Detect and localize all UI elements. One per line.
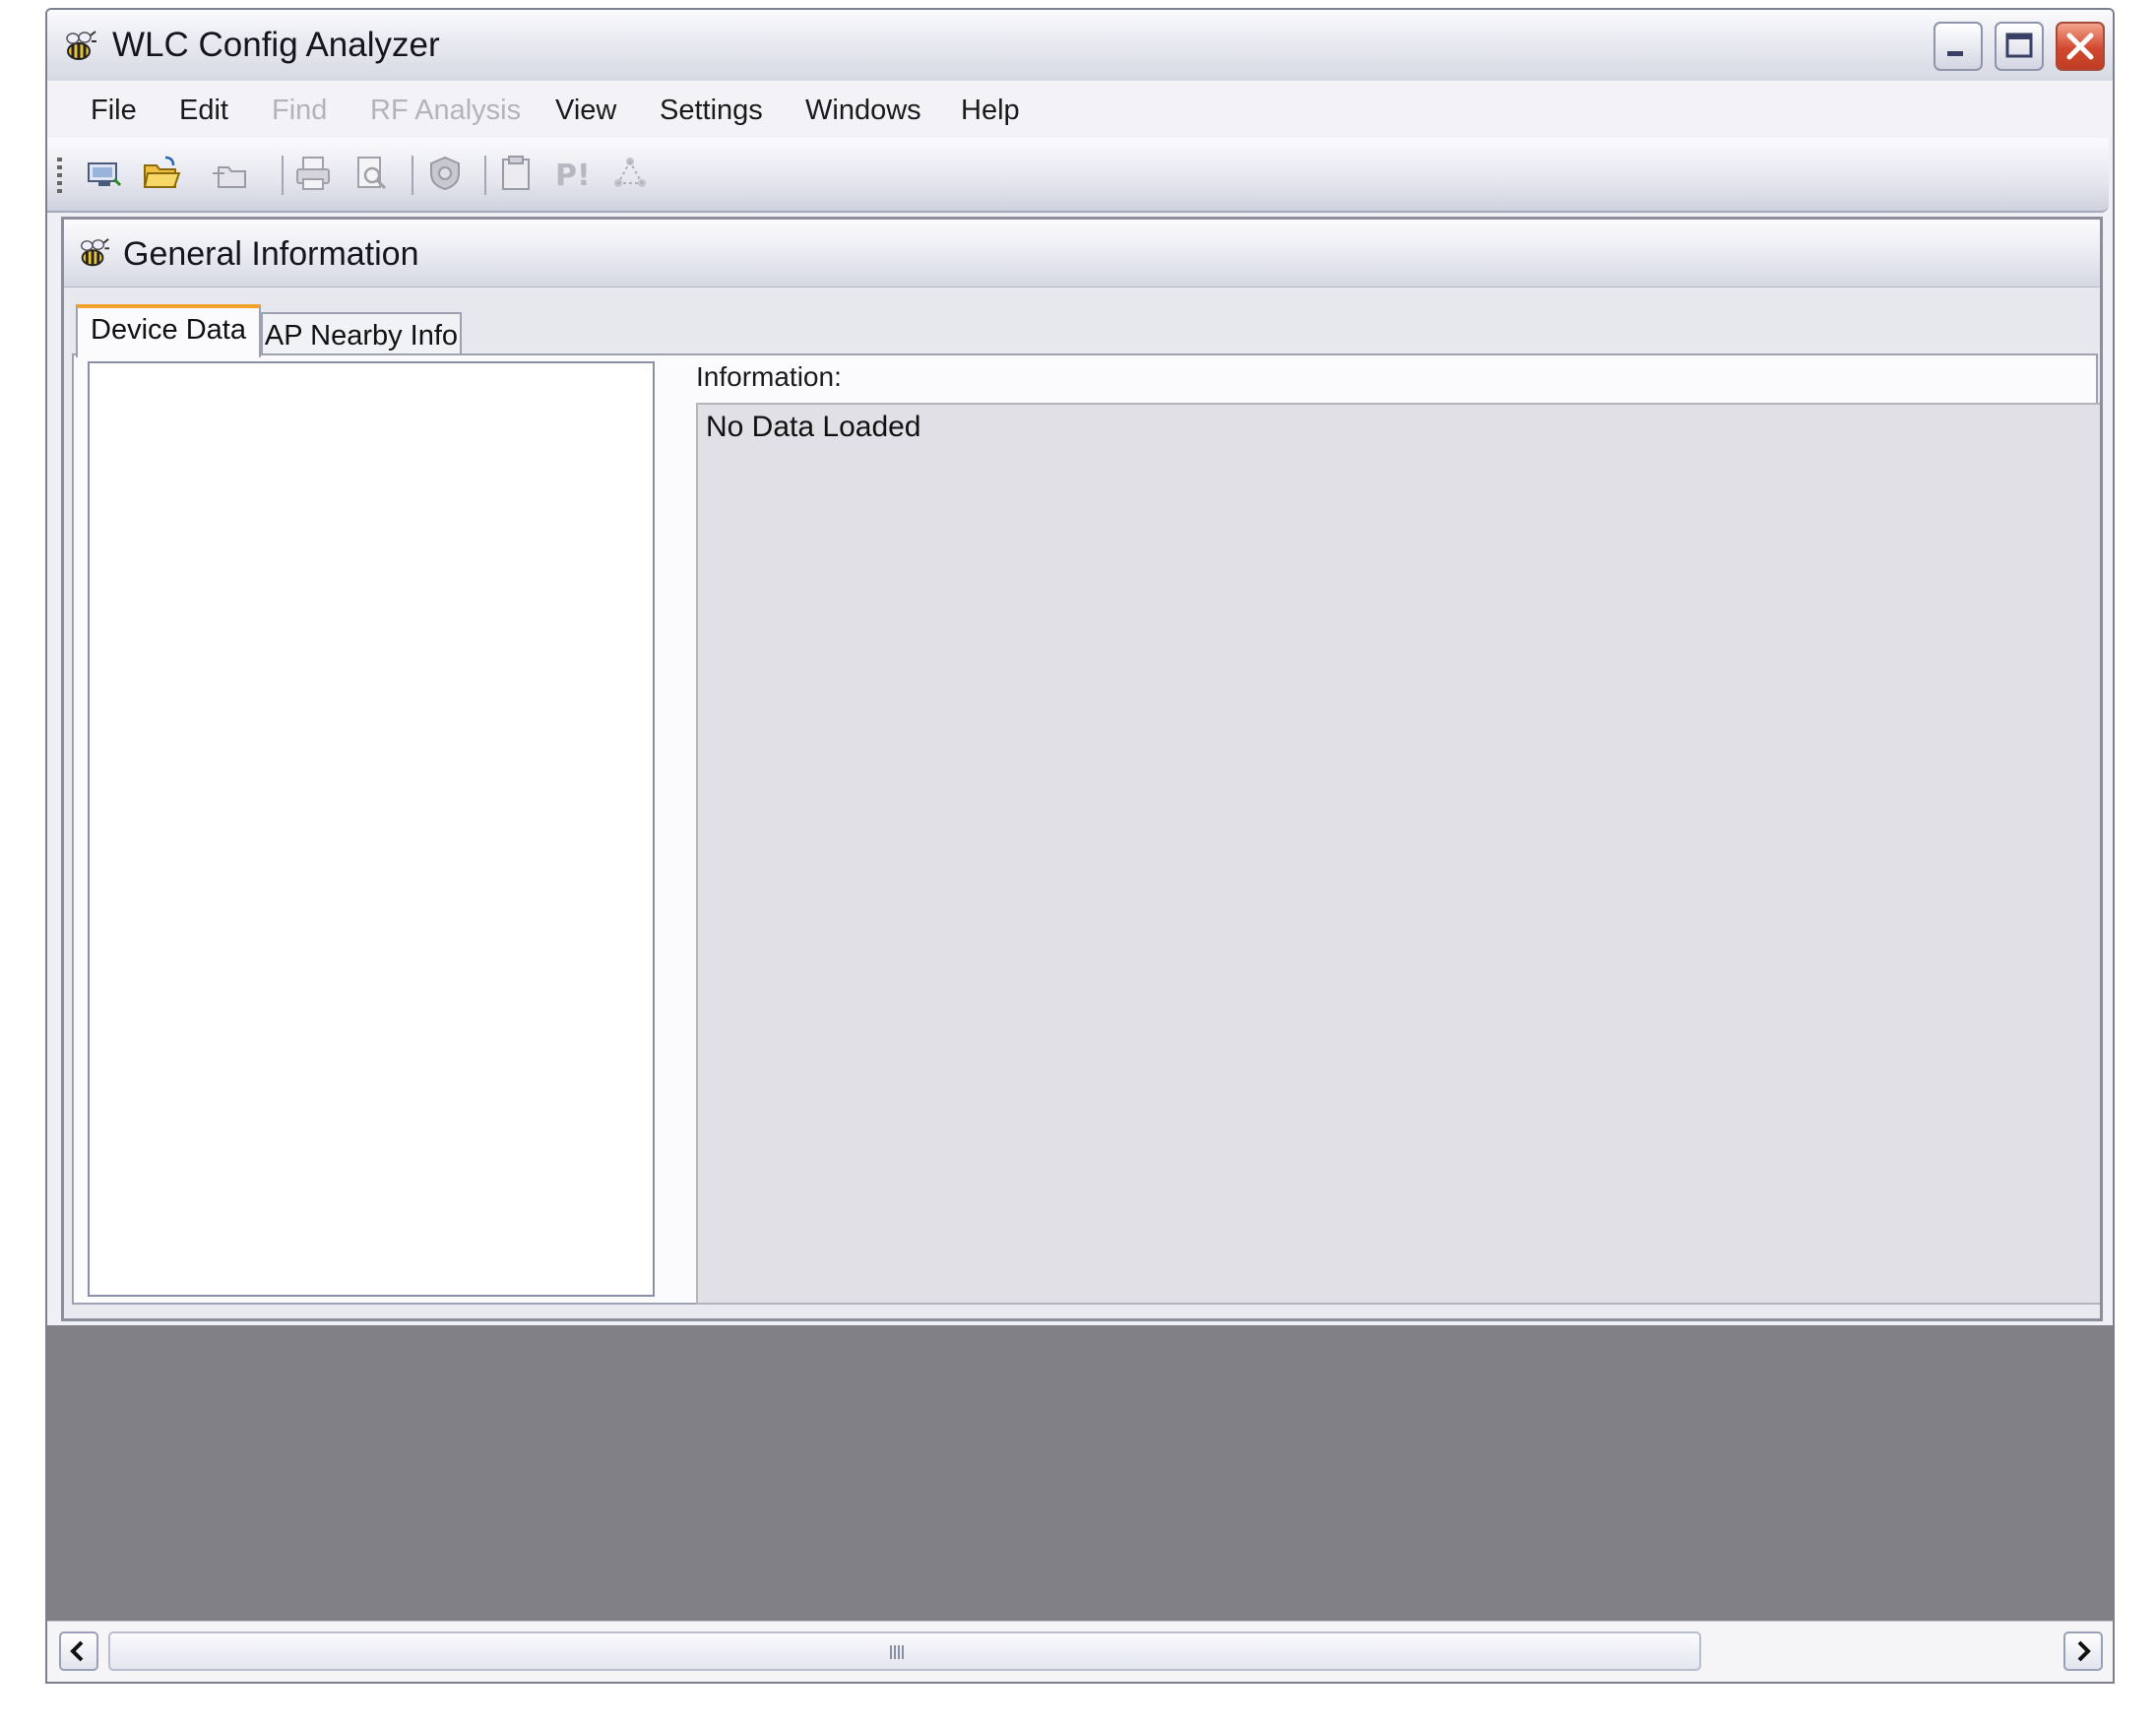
mdi-client-area	[47, 1325, 2113, 1621]
bee-icon	[61, 30, 98, 65]
device-data-tab-page: Information: No Data Loaded	[72, 353, 2100, 1305]
menu-edit[interactable]: Edit	[179, 95, 228, 127]
bee-icon	[76, 237, 111, 271]
app-window: WLC Config Analyzer File Edit Find RF An…	[45, 8, 2115, 1684]
horizontal-scrollbar[interactable]	[47, 1621, 2113, 1682]
menu-rf-analysis[interactable]: RF Analysis	[370, 95, 521, 127]
toolbar-separator	[282, 156, 284, 195]
menu-file[interactable]: File	[91, 95, 137, 127]
toolbar-separator	[412, 156, 413, 195]
information-textbox[interactable]: No Data Loaded	[696, 403, 2100, 1305]
tab-strip: Device Data AP Nearby Info	[70, 288, 2098, 357]
shield-icon[interactable]	[425, 154, 465, 193]
p-exclamation-icon[interactable]: P!	[553, 154, 593, 193]
toolbar-separator	[484, 156, 486, 195]
chevron-left-icon	[61, 1633, 96, 1669]
window-title: WLC Config Analyzer	[112, 26, 440, 64]
clipboard-icon[interactable]	[496, 154, 536, 193]
print-icon[interactable]	[293, 154, 333, 193]
toolbar: P!	[47, 138, 2109, 213]
network-icon[interactable]	[610, 154, 650, 193]
menu-windows[interactable]: Windows	[805, 95, 921, 127]
maximize-button[interactable]	[1995, 22, 2044, 71]
information-label: Information:	[696, 361, 842, 392]
menu-help[interactable]: Help	[961, 95, 1020, 127]
scroll-right-button[interactable]	[2063, 1631, 2103, 1671]
chevron-right-icon	[2065, 1633, 2101, 1669]
minimize-button[interactable]	[1934, 22, 1983, 71]
general-information-window: General Information Device Data AP Nearb…	[61, 217, 2103, 1321]
toolbar-grip[interactable]	[57, 158, 62, 197]
menu-settings[interactable]: Settings	[660, 95, 763, 127]
scrollbar-thumb[interactable]	[108, 1631, 1701, 1671]
device-tree-view[interactable]	[88, 361, 655, 1297]
tab-ap-nearby-info[interactable]: AP Nearby Info	[261, 312, 462, 357]
scroll-left-button[interactable]	[59, 1631, 98, 1671]
information-text: No Data Loaded	[706, 411, 921, 443]
open-folder-icon[interactable]	[142, 154, 181, 193]
tab-device-data[interactable]: Device Data	[76, 304, 261, 357]
thumb-grip	[890, 1645, 906, 1659]
close-button[interactable]	[2056, 22, 2105, 71]
new-icon[interactable]	[85, 154, 124, 193]
menu-find[interactable]: Find	[272, 95, 327, 127]
child-title-bar[interactable]: General Information	[64, 220, 2100, 288]
child-window-title: General Information	[123, 235, 419, 273]
title-bar[interactable]: WLC Config Analyzer	[47, 10, 2113, 82]
menu-view[interactable]: View	[555, 95, 616, 127]
minimize-icon	[1935, 24, 1981, 69]
menu-bar: File Edit Find RF Analysis View Settings…	[47, 81, 2113, 138]
add-folder-icon[interactable]	[211, 154, 250, 193]
close-icon	[2058, 24, 2103, 69]
print-preview-icon[interactable]	[352, 154, 392, 193]
svg-text:P!: P!	[555, 159, 591, 193]
maximize-icon	[1997, 24, 2042, 69]
